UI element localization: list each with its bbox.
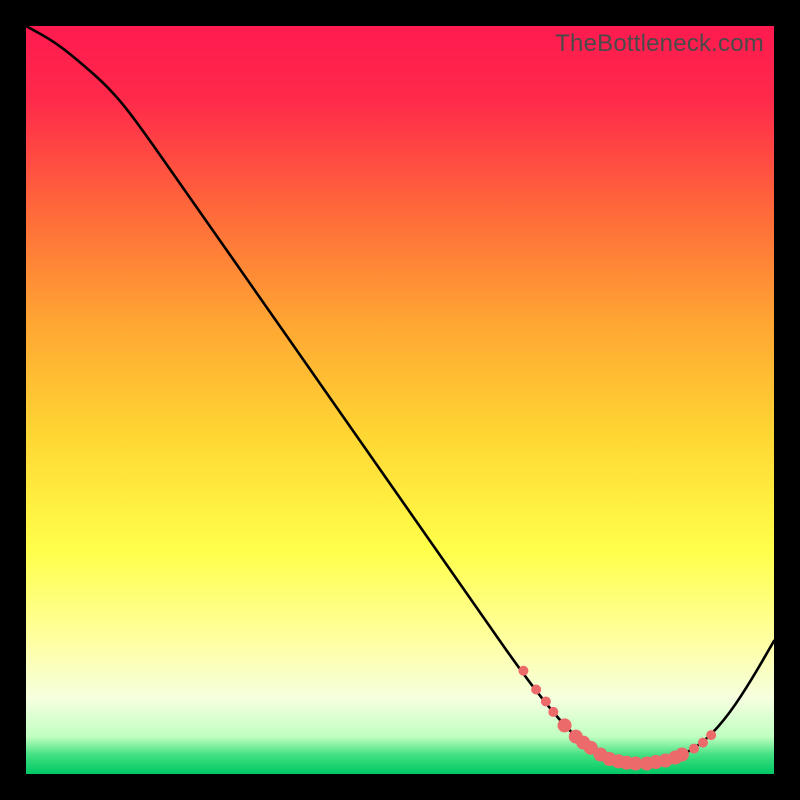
curve-marker — [698, 738, 708, 748]
curve-marker — [675, 748, 689, 762]
curve-marker — [706, 730, 716, 740]
curve-marker — [541, 696, 551, 706]
curve-marker — [558, 718, 572, 732]
curve-marker — [548, 707, 558, 717]
curve-marker — [689, 744, 699, 754]
curve-marker — [531, 684, 541, 694]
watermark-text: TheBottleneck.com — [555, 30, 764, 58]
gradient-background — [26, 26, 774, 774]
curve-marker — [518, 666, 528, 676]
bottleneck-chart — [26, 26, 774, 774]
chart-frame: TheBottleneck.com — [26, 26, 774, 774]
